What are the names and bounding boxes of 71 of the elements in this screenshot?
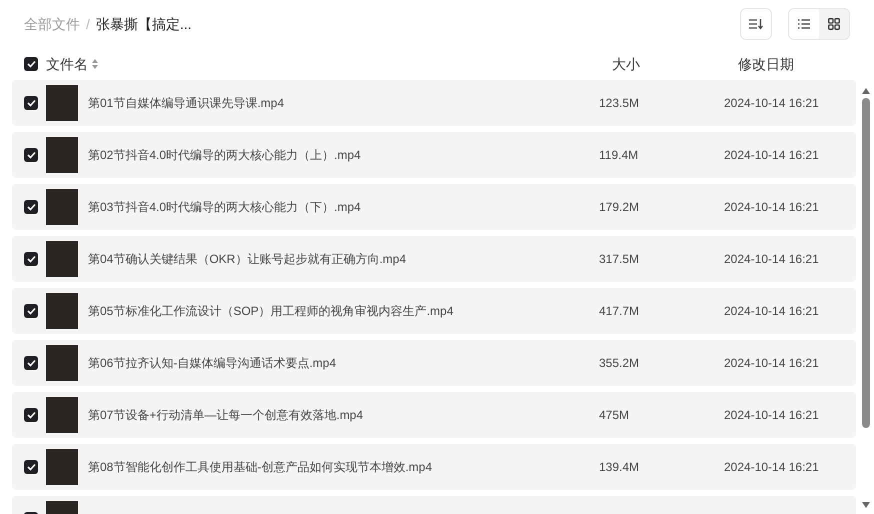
file-size: 179.2M bbox=[599, 199, 640, 216]
check-icon bbox=[26, 359, 36, 367]
grid-icon bbox=[828, 18, 840, 30]
check-icon bbox=[26, 99, 36, 107]
file-size: 317.5M bbox=[599, 251, 640, 268]
file-size: 123.5M bbox=[599, 95, 640, 112]
video-thumbnail bbox=[46, 397, 78, 433]
column-header[interactable]: 修改日期 bbox=[738, 54, 794, 74]
modified-date: 2024-10-14 16:21 bbox=[724, 95, 819, 112]
checkbox[interactable] bbox=[24, 148, 38, 162]
video-thumbnail bbox=[46, 241, 78, 277]
check-icon bbox=[26, 307, 36, 315]
file-name: 第05节标准化工作流设计（SOP）用工程师的视角审视内容生产.mp4 bbox=[88, 303, 454, 320]
file-name: 第03节抖音4.0时代编导的两大核心能力（下）.mp4 bbox=[88, 199, 362, 216]
video-thumbnail bbox=[46, 293, 78, 329]
list-view-button[interactable] bbox=[789, 9, 819, 39]
file-size: 119.4M bbox=[599, 147, 640, 164]
modified-date: 2024-10-14 16:21 bbox=[724, 355, 819, 372]
modified-date: 2024-10-14 16:21 bbox=[724, 251, 819, 268]
file-size: 475M bbox=[599, 407, 630, 424]
check-icon bbox=[26, 60, 36, 68]
file-name: 第08节智能化创作工具使用基础-创意产品如何实现节本增效.mp4 bbox=[88, 459, 434, 476]
checkbox[interactable] bbox=[24, 252, 38, 266]
file-row[interactable]: 第08节智能化创作工具使用基础-创意产品如何实现节本增效.mp4 139.4M 2024-10-14 16:21 bbox=[12, 444, 856, 490]
video-thumbnail bbox=[46, 189, 78, 225]
sort-icon bbox=[749, 18, 763, 30]
file-row[interactable]: 第02节抖音4.0时代编导的两大核心能力（上）.mp4 119.4M 2024-10-14 16:21 bbox=[12, 132, 856, 178]
file-size: 355.2M bbox=[599, 355, 640, 372]
modified-date: 2024-10-14 16:21 bbox=[724, 199, 819, 216]
modified-date: 2024-10-14 16:21 bbox=[724, 459, 819, 476]
file-name: 第06节拉齐认知-自媒体编导沟通话术要点.mp4 bbox=[88, 355, 338, 372]
check-icon bbox=[26, 463, 36, 471]
scroll-down-icon[interactable] bbox=[862, 502, 870, 508]
list-icon bbox=[798, 19, 810, 29]
file-row[interactable]: 第07节设备+行动清单—让每一个创意有效落地.mp4 475M 2024-10-14 16:21 bbox=[12, 392, 856, 438]
video-thumbnail bbox=[46, 85, 78, 121]
file-name: 第01节自媒体编导通识课先导课.mp4 bbox=[88, 95, 286, 112]
video-thumbnail bbox=[46, 345, 78, 381]
breadcrumb-current[interactable]: 张暴撕【搞定... bbox=[96, 14, 192, 34]
sort-arrows-icon[interactable] bbox=[92, 59, 98, 69]
file-row[interactable]: 第01节自媒体编导通识课先导课.mp4 123.5M 2024-10-14 16:21 bbox=[12, 80, 856, 126]
check-icon bbox=[26, 411, 36, 419]
breadcrumb-separator: / bbox=[86, 14, 90, 34]
check-icon bbox=[26, 151, 36, 159]
video-thumbnail bbox=[46, 449, 78, 485]
file-row[interactable]: 第04节确认关键结果（OKR）让账号起步就有正确方向.mp4 317.5M 2024-10-14 16:21 bbox=[12, 236, 856, 282]
modified-date: 2024-10-14 16:21 bbox=[724, 407, 819, 424]
checkbox[interactable] bbox=[24, 304, 38, 318]
checkbox[interactable] bbox=[24, 57, 38, 71]
scroll-up-icon[interactable] bbox=[862, 88, 870, 94]
checkbox[interactable] bbox=[24, 408, 38, 422]
column-header[interactable]: 大小 bbox=[612, 54, 738, 74]
file-row[interactable]: 第05节标准化工作流设计（SOP）用工程师的视角审视内容生产.mp4 417.7M 2024-10-14 16:21 bbox=[12, 288, 856, 334]
check-icon bbox=[26, 255, 36, 263]
file-row[interactable]: 第03节抖音4.0时代编导的两大核心能力（下）.mp4 179.2M 2024-10-14 16:21 bbox=[12, 184, 856, 230]
file-size: 139.4M bbox=[599, 459, 640, 476]
file-name: 第04节确认关键结果（OKR）让账号起步就有正确方向.mp4 bbox=[88, 251, 408, 268]
check-icon bbox=[26, 203, 36, 211]
file-name: 第07节设备+行动清单—让每一个创意有效落地.mp4 bbox=[88, 407, 364, 424]
file-size: 417.7M bbox=[599, 303, 640, 320]
modified-date: 2024-10-14 16:21 bbox=[724, 303, 819, 320]
checkbox[interactable] bbox=[24, 96, 38, 110]
file-row[interactable]: 第06节拉齐认知-自媒体编导沟通话术要点.mp4 355.2M 2024-10-14 16:21 bbox=[12, 340, 856, 386]
file-name: 第02节抖音4.0时代编导的两大核心能力（上）.mp4 bbox=[88, 147, 362, 164]
sort-button[interactable] bbox=[740, 8, 772, 40]
modified-date: 2024-10-14 16:21 bbox=[724, 147, 819, 164]
checkbox[interactable] bbox=[24, 356, 38, 370]
checkbox[interactable] bbox=[24, 460, 38, 474]
column-header[interactable]: 文件名 bbox=[46, 54, 88, 74]
video-thumbnail bbox=[46, 137, 78, 173]
checkbox[interactable] bbox=[24, 200, 38, 214]
